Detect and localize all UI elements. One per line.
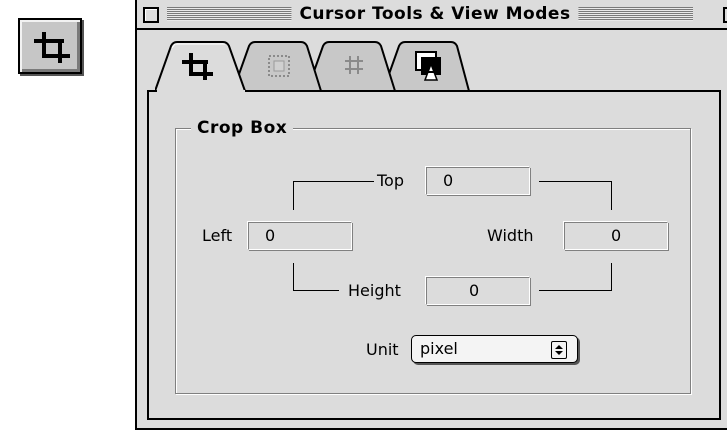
marquee-icon xyxy=(268,55,290,77)
width-field[interactable]: 0 xyxy=(564,222,668,250)
height-field[interactable]: 0 xyxy=(426,277,530,305)
collapse-box[interactable] xyxy=(723,7,727,23)
crop-icon xyxy=(34,32,70,63)
view-mode-icon xyxy=(415,51,441,81)
tab-crop[interactable] xyxy=(155,40,245,92)
crop-icon xyxy=(182,53,213,80)
unit-popup[interactable]: pixel xyxy=(411,335,578,363)
unit-label: Unit xyxy=(366,340,399,359)
window-title: Cursor Tools & View Modes xyxy=(291,1,579,27)
width-label: Width xyxy=(487,226,534,245)
top-label: Top xyxy=(377,171,404,190)
connector-bottom-right xyxy=(539,263,612,291)
close-box[interactable] xyxy=(143,7,159,23)
panel-top-edge-left xyxy=(147,90,157,92)
height-label: Height xyxy=(348,281,401,300)
left-field[interactable]: 0 xyxy=(248,222,352,250)
top-field[interactable]: 0 xyxy=(426,167,530,195)
popup-arrows-icon xyxy=(551,341,567,359)
crop-tool-button[interactable] xyxy=(18,18,82,74)
tab-view-modes[interactable] xyxy=(383,40,469,92)
left-label: Left xyxy=(202,226,233,245)
connector-top-right xyxy=(539,181,612,210)
connector-top-left xyxy=(293,181,374,210)
tab-strip xyxy=(155,40,495,92)
unit-popup-value: pixel xyxy=(420,339,458,358)
panel-top-edge-right xyxy=(245,90,721,92)
crop-box-title: Crop Box xyxy=(191,118,294,138)
title-bar[interactable]: Cursor Tools & View Modes xyxy=(137,0,727,30)
connector-bottom-left xyxy=(293,263,339,291)
grid-icon xyxy=(345,56,363,74)
tab-grid[interactable] xyxy=(307,40,395,92)
